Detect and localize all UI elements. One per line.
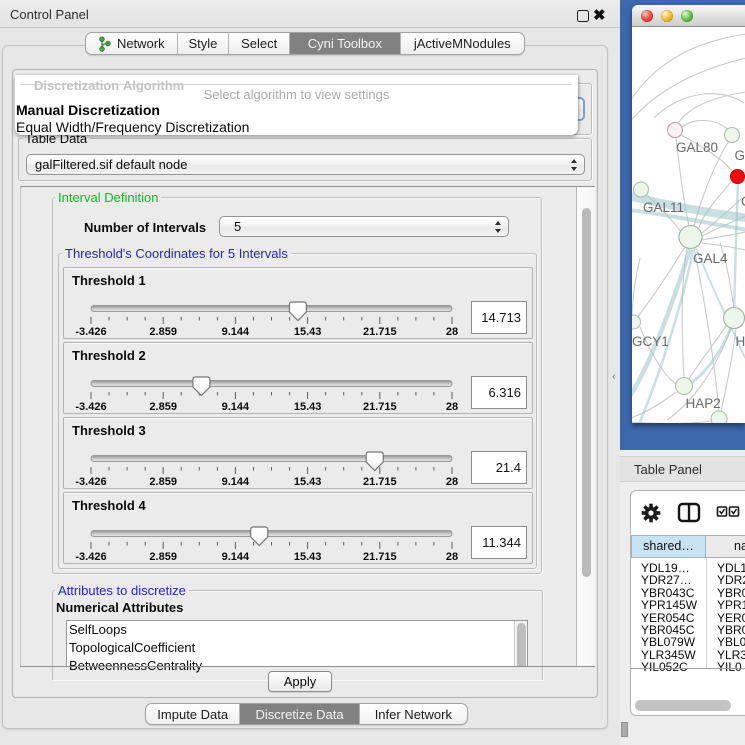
svg-text:21.715: 21.715 xyxy=(363,476,397,488)
svg-text:H: H xyxy=(736,334,745,349)
svg-text:21.715: 21.715 xyxy=(363,401,397,413)
svg-text:-3.426: -3.426 xyxy=(75,551,106,563)
svg-text:-3.426: -3.426 xyxy=(75,326,106,338)
svg-text:HAP2: HAP2 xyxy=(686,396,721,411)
svg-text:2.859: 2.859 xyxy=(149,476,177,488)
svg-text:28: 28 xyxy=(446,476,458,488)
svg-text:-3.426: -3.426 xyxy=(75,476,106,488)
svg-text:GAL11: GAL11 xyxy=(643,200,684,215)
svg-text:21.715: 21.715 xyxy=(363,326,397,338)
svg-text:GA: GA xyxy=(735,148,745,163)
svg-text:C: C xyxy=(741,194,745,209)
svg-text:28: 28 xyxy=(446,551,458,563)
svg-text:2.859: 2.859 xyxy=(149,551,177,563)
svg-text:2.859: 2.859 xyxy=(149,401,177,413)
svg-text:15.43: 15.43 xyxy=(294,551,322,563)
svg-text:28: 28 xyxy=(446,326,458,338)
svg-text:-3.426: -3.426 xyxy=(75,401,106,413)
svg-text:15.43: 15.43 xyxy=(294,476,322,488)
svg-text:9.144: 9.144 xyxy=(222,551,250,563)
svg-text:9.144: 9.144 xyxy=(222,401,250,413)
svg-text:GAL4: GAL4 xyxy=(693,251,728,266)
svg-text:GCY1: GCY1 xyxy=(632,334,669,349)
svg-text:15.43: 15.43 xyxy=(294,401,322,413)
svg-text:21.715: 21.715 xyxy=(363,551,397,563)
svg-text:9.144: 9.144 xyxy=(222,476,250,488)
svg-text:2.859: 2.859 xyxy=(149,326,177,338)
svg-text:15.43: 15.43 xyxy=(294,326,322,338)
svg-text:28: 28 xyxy=(446,401,458,413)
svg-text:GAL80: GAL80 xyxy=(676,140,718,155)
svg-text:9.144: 9.144 xyxy=(222,326,250,338)
